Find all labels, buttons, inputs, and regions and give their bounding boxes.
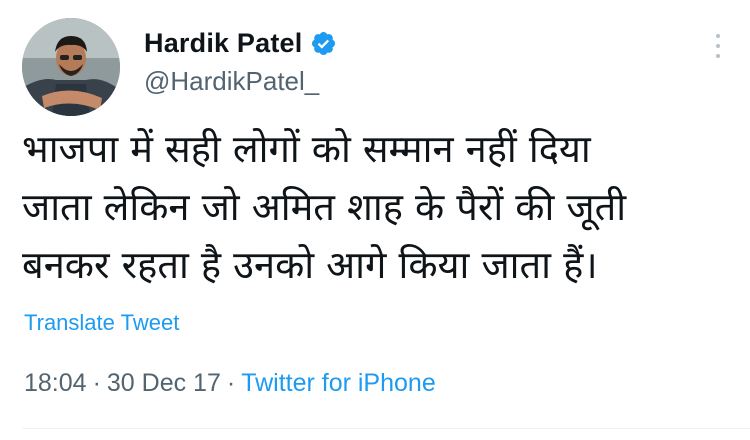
meta-separator: · — [92, 369, 101, 397]
tweet-time[interactable]: 18:04 — [24, 369, 87, 397]
translate-tweet-link[interactable]: Translate Tweet — [24, 310, 179, 336]
more-dot — [716, 54, 720, 58]
more-options-icon[interactable] — [712, 34, 724, 58]
name-row: Hardik Patel — [144, 26, 337, 60]
more-dot — [716, 34, 720, 38]
more-dot — [716, 44, 720, 48]
divider — [22, 428, 750, 429]
display-name[interactable]: Hardik Patel — [144, 28, 302, 59]
avatar-image — [22, 18, 120, 116]
tweet-meta: 18:04 · 30 Dec 17 · Twitter for iPhone — [24, 369, 436, 398]
author-handle[interactable]: @HardikPatel_ — [144, 66, 337, 97]
meta-separator: · — [226, 369, 236, 397]
tweet-date[interactable]: 30 Dec 17 — [107, 369, 221, 397]
tweet-card: Hardik Patel @HardikPatel_ भाजपा में सही… — [0, 0, 750, 440]
verified-badge-icon — [310, 30, 337, 57]
avatar[interactable] — [22, 18, 120, 116]
tweet-text: भाजपा में सही लोगों को सम्मान नहीं दिया … — [22, 127, 627, 287]
tweet-source-link[interactable]: Twitter for iPhone — [241, 369, 436, 397]
author-block: Hardik Patel @HardikPatel_ — [144, 26, 337, 97]
